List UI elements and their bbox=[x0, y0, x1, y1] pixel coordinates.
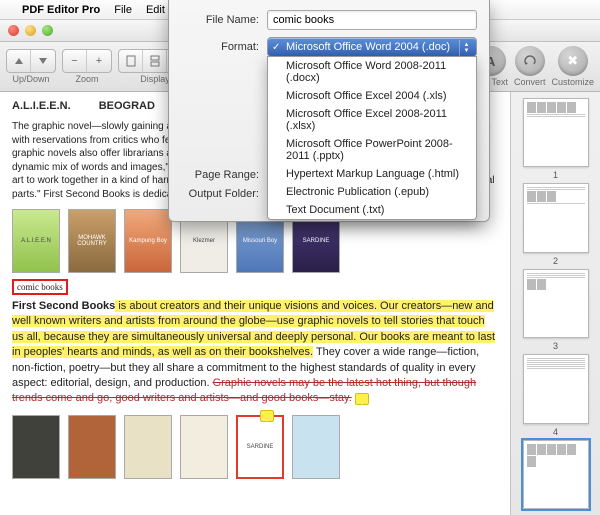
format-dropdown[interactable]: Microsoft Office Word 2004 (.doc) ▲▼ bbox=[267, 37, 477, 57]
export-sheet: File Name: Format: Microsoft Office Word… bbox=[168, 0, 490, 222]
thumb-label: 2 bbox=[553, 256, 558, 266]
app-name[interactable]: PDF Editor Pro bbox=[22, 4, 100, 16]
window-zoom-button[interactable] bbox=[42, 25, 53, 36]
thumb-label: 1 bbox=[553, 170, 558, 180]
book-cover: A.L.I.E.E.N bbox=[12, 209, 60, 273]
page-thumbnail-1[interactable] bbox=[523, 98, 589, 167]
annotation-redbox[interactable]: comic books bbox=[12, 279, 68, 295]
sticky-note-icon[interactable] bbox=[260, 410, 274, 422]
book-cover: MOHAWK COUNTRY bbox=[68, 209, 116, 273]
zoom-label: Zoom bbox=[75, 74, 98, 84]
format-option[interactable]: Microsoft Office Excel 2004 (.xls) bbox=[268, 87, 476, 105]
book-cover bbox=[180, 415, 228, 479]
doc-para2: First Second Books is about creators and… bbox=[12, 299, 498, 407]
para2-strong: First Second Books bbox=[12, 300, 115, 312]
format-selected: Microsoft Office Word 2004 (.doc) bbox=[286, 41, 450, 53]
book-cover: SARDINE bbox=[236, 415, 284, 479]
doc-heading-right: BEOGRAD bbox=[99, 100, 155, 112]
page-thumbnail-2[interactable] bbox=[523, 183, 589, 252]
format-option[interactable]: Microsoft Office Word 2008-2011 (.docx) bbox=[268, 57, 476, 87]
cover-strip-2: SARDINE bbox=[12, 415, 498, 479]
file-name-input[interactable] bbox=[267, 10, 477, 30]
format-option[interactable]: Text Document (.txt) bbox=[268, 201, 476, 219]
thumb-label: 3 bbox=[553, 341, 558, 351]
menu-file[interactable]: File bbox=[114, 4, 132, 16]
file-name-label: File Name: bbox=[181, 14, 259, 26]
book-cover bbox=[68, 415, 116, 479]
book-cover bbox=[12, 415, 60, 479]
page-thumbnail-4[interactable] bbox=[523, 354, 589, 423]
display-single-button[interactable] bbox=[119, 50, 143, 72]
format-label: Format: bbox=[181, 41, 259, 53]
convert-label: Convert bbox=[514, 77, 546, 87]
display-continuous-button[interactable] bbox=[143, 50, 167, 72]
dropdown-arrows-icon: ▲▼ bbox=[459, 40, 473, 56]
format-option[interactable]: Hypertext Markup Language (.html) bbox=[268, 165, 476, 183]
page-thumbnail-5[interactable] bbox=[523, 440, 589, 509]
page-up-button[interactable] bbox=[7, 50, 31, 72]
updown-label: Up/Down bbox=[12, 74, 49, 84]
page-range-label: Page Range: bbox=[181, 169, 259, 181]
zoom-in-button[interactable]: + bbox=[87, 50, 111, 72]
format-option[interactable]: Electronic Publication (.epub) bbox=[268, 183, 476, 201]
doc-heading-left: A.L.I.E.E.N. bbox=[12, 100, 71, 112]
page-thumbnail-3[interactable] bbox=[523, 269, 589, 338]
customize-label: Customize bbox=[551, 77, 594, 87]
book-cover bbox=[292, 415, 340, 479]
display-label: Display bbox=[140, 74, 170, 84]
menu-edit[interactable]: Edit bbox=[146, 4, 165, 16]
format-dropdown-menu: Microsoft Office Word 2008-2011 (.docx) … bbox=[267, 56, 477, 220]
output-folder-label: Output Folder: bbox=[181, 188, 259, 200]
window-minimize-button[interactable] bbox=[25, 25, 36, 36]
format-option[interactable]: Microsoft Office PowerPoint 2008-2011 (.… bbox=[268, 135, 476, 165]
convert-button[interactable] bbox=[515, 46, 545, 76]
zoom-out-button[interactable]: − bbox=[63, 50, 87, 72]
sticky-note-icon[interactable] bbox=[355, 393, 369, 405]
page-down-button[interactable] bbox=[31, 50, 55, 72]
book-cover bbox=[124, 415, 172, 479]
window-close-button[interactable] bbox=[8, 25, 19, 36]
thumbnail-sidebar: 1 2 3 4 bbox=[510, 92, 600, 515]
thumb-label: 4 bbox=[553, 427, 558, 437]
book-cover: Kampung Boy bbox=[124, 209, 172, 273]
format-option[interactable]: Microsoft Office Excel 2008-2011 (.xlsx) bbox=[268, 105, 476, 135]
customize-button[interactable]: ✖ bbox=[558, 46, 588, 76]
